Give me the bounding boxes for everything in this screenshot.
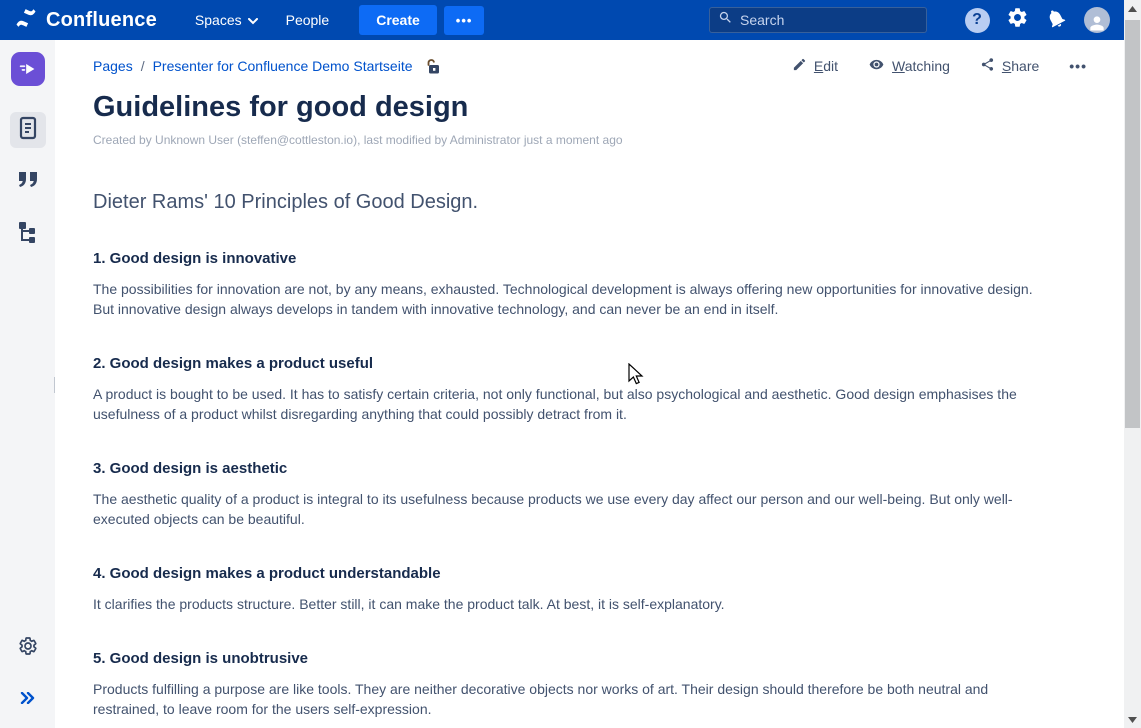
people-menu[interactable]: People: [274, 6, 342, 34]
page-title: Guidelines for good design: [93, 91, 1057, 124]
scrollbar-thumb[interactable]: [1125, 20, 1140, 428]
gear-icon: [18, 636, 38, 661]
eye-icon: [868, 57, 885, 75]
confluence-logo[interactable]: Confluence: [14, 6, 157, 35]
ellipsis-icon: •••: [1069, 58, 1087, 74]
page-more-button[interactable]: •••: [1069, 58, 1087, 74]
confluence-logo-icon: [14, 6, 38, 35]
scroll-down-button[interactable]: [1124, 711, 1141, 728]
more-nav-button[interactable]: •••: [444, 6, 485, 35]
search-input[interactable]: [740, 12, 900, 28]
gear-icon: [1006, 6, 1029, 34]
unlocked-icon[interactable]: [425, 58, 441, 75]
section-heading: 1. Good design is innovative: [93, 250, 1057, 267]
watching-button[interactable]: Watching: [868, 57, 950, 75]
sidebar-item-quotes[interactable]: [10, 164, 46, 200]
page-byline: Created by Unknown User (steffen@cottles…: [93, 133, 1057, 147]
intro-heading: Dieter Rams' 10 Principles of Good Desig…: [93, 191, 1057, 214]
watching-label: Watching: [892, 58, 950, 74]
quote-icon: [16, 170, 40, 195]
expand-sidebar-button[interactable]: [10, 682, 46, 718]
section-paragraph: It clarifies the products structure. Bet…: [93, 594, 1057, 614]
profile-button[interactable]: [1083, 6, 1111, 34]
bell-icon: [1041, 3, 1073, 37]
page-content: Pages / Presenter for Confluence Demo St…: [55, 40, 1124, 728]
people-label: People: [286, 12, 330, 28]
page-icon: [17, 116, 39, 145]
double-chevron-right-icon: [20, 691, 36, 709]
notifications-button[interactable]: [1043, 6, 1071, 34]
section-heading: 3. Good design is aesthetic: [93, 460, 1057, 477]
section-paragraph: The aesthetic quality of a product is in…: [93, 489, 1057, 529]
breadcrumb-separator: /: [141, 58, 145, 74]
share-label: Share: [1002, 58, 1039, 74]
breadcrumb-parent-link[interactable]: Presenter for Confluence Demo Startseite: [153, 58, 413, 74]
breadcrumb: Pages / Presenter for Confluence Demo St…: [93, 58, 441, 75]
space-settings-button[interactable]: [10, 630, 46, 666]
search-box[interactable]: [709, 7, 927, 33]
page-actions: Edit Watching Share •••: [792, 57, 1087, 75]
create-button[interactable]: Create: [359, 5, 437, 35]
breadcrumb-pages-link[interactable]: Pages: [93, 58, 133, 74]
edit-button[interactable]: Edit: [792, 57, 838, 75]
sidebar-item-pages[interactable]: [10, 112, 46, 148]
section-paragraph: Products fulfilling a purpose are like t…: [93, 679, 1057, 719]
spaces-label: Spaces: [195, 12, 242, 28]
section-heading: 2. Good design makes a product useful: [93, 355, 1057, 372]
section-heading: 5. Good design is unobtrusive: [93, 650, 1057, 667]
app-sidebar: [0, 40, 55, 728]
question-icon: ?: [965, 8, 990, 33]
settings-button[interactable]: [1003, 6, 1031, 34]
scroll-up-button[interactable]: [1124, 0, 1141, 17]
share-button[interactable]: Share: [980, 57, 1039, 75]
pencil-icon: [792, 57, 807, 75]
vertical-scrollbar[interactable]: [1124, 0, 1141, 728]
help-button[interactable]: ?: [963, 6, 991, 34]
tree-icon: [17, 220, 39, 249]
share-icon: [980, 57, 995, 75]
avatar: [1084, 7, 1110, 33]
presenter-app-icon[interactable]: [11, 52, 45, 86]
section-heading: 4. Good design makes a product understan…: [93, 565, 1057, 582]
section-paragraph: A product is bought to be used. It has t…: [93, 384, 1057, 424]
search-icon: [718, 10, 733, 30]
section-paragraph: The possibilities for innovation are not…: [93, 279, 1057, 319]
sidebar-item-page-tree[interactable]: [10, 216, 46, 252]
chevron-down-icon: [248, 12, 258, 28]
spaces-menu[interactable]: Spaces: [183, 6, 270, 34]
app-header: Confluence Spaces People Create ••• ?: [0, 0, 1141, 40]
edit-label: Edit: [814, 58, 838, 74]
product-name: Confluence: [46, 9, 157, 32]
